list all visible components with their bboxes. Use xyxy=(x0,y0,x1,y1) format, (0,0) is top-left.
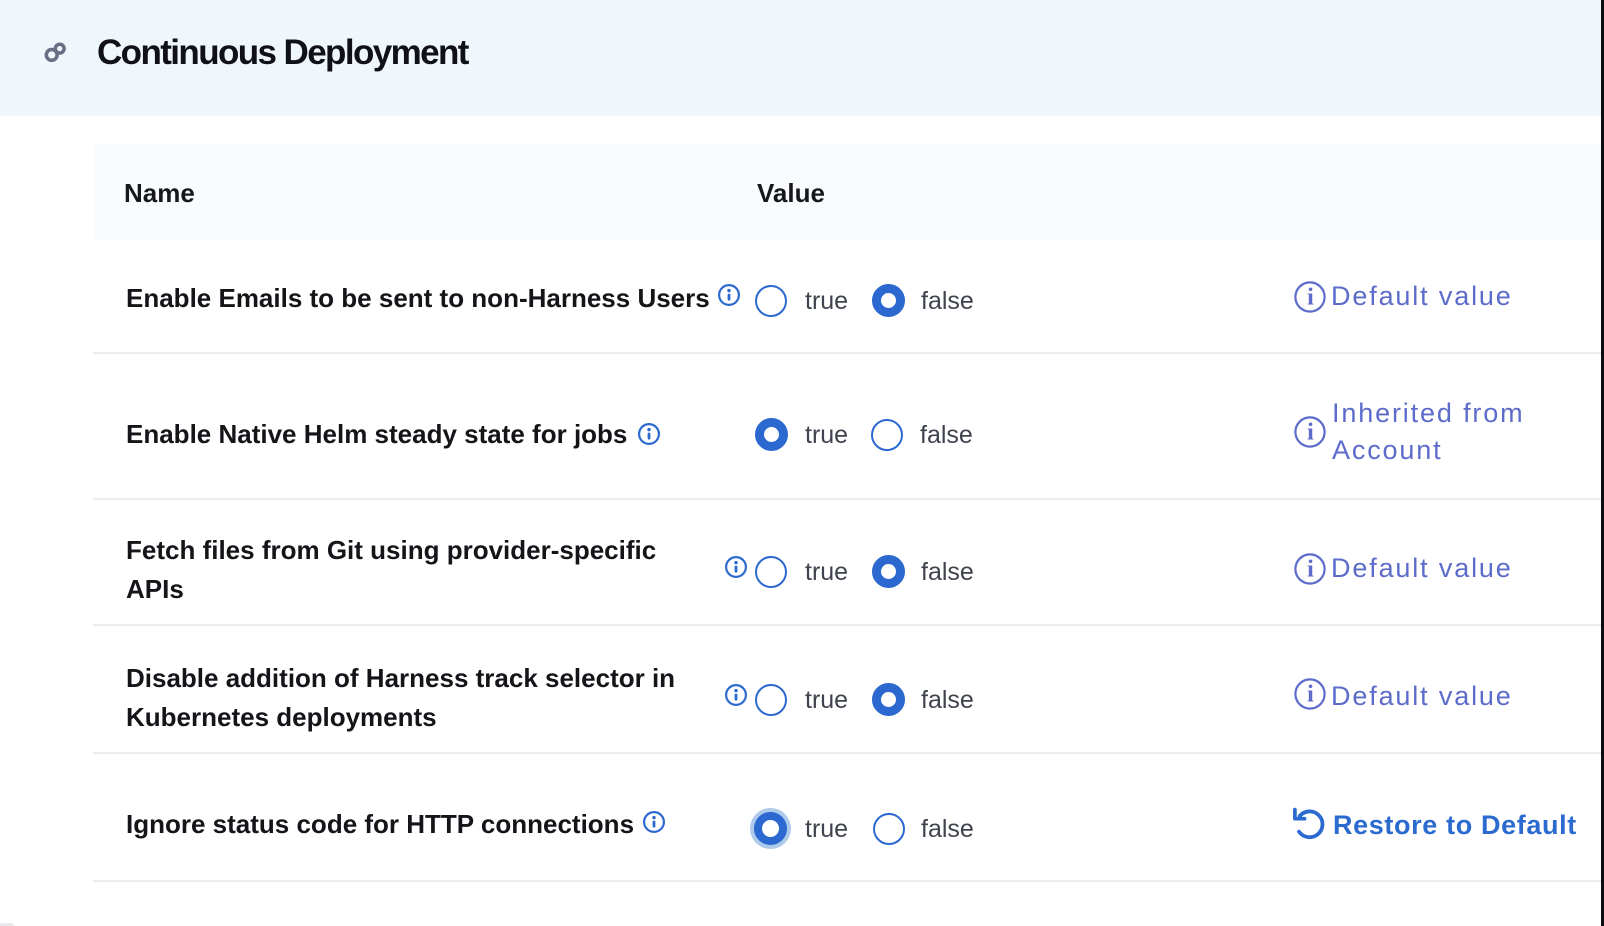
svg-text:i: i xyxy=(1307,557,1314,583)
svg-text:i: i xyxy=(1307,682,1314,708)
svg-text:i: i xyxy=(1307,420,1314,446)
svg-text:i: i xyxy=(1307,285,1314,311)
